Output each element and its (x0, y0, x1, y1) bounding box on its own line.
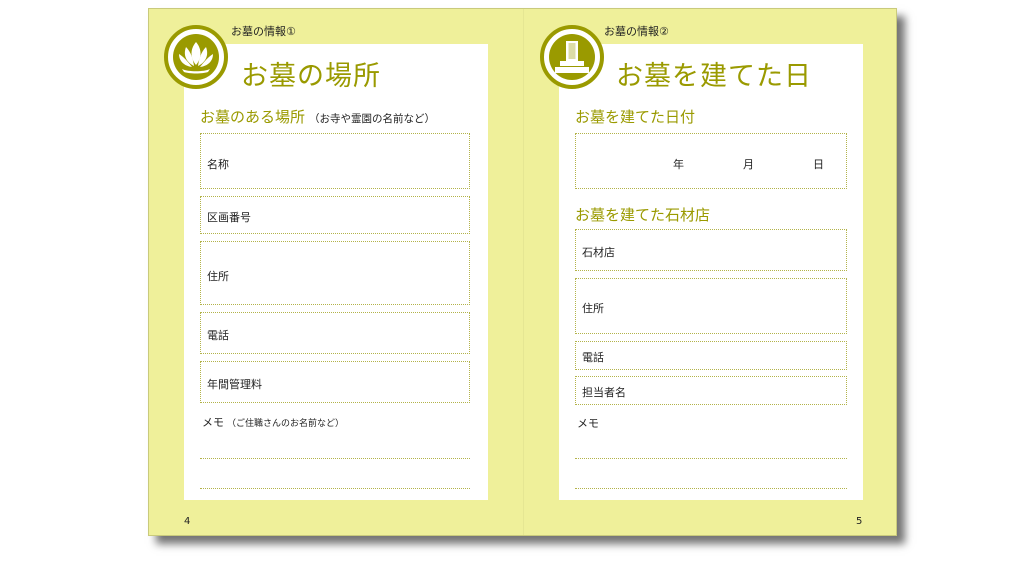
location-section-title: お墓のある場所 （お寺や霊園の名前など） (200, 106, 435, 127)
address-field-label: 住所 (207, 270, 229, 283)
gravestone-icon (555, 41, 589, 73)
mason-address-field[interactable]: 住所 (575, 278, 847, 334)
mason-section-title: お墓を建てた石材店 (575, 206, 711, 224)
spine (523, 9, 524, 535)
mason-name-field-label: 石材店 (582, 246, 615, 259)
contact-person-field-label: 担当者名 (582, 386, 626, 399)
annual-fee-field[interactable]: 年間管理料 (200, 361, 470, 403)
mason-phone-field-label: 電話 (582, 351, 604, 364)
right-memo-line-1[interactable] (575, 458, 847, 459)
phone-field[interactable]: 電話 (200, 312, 470, 354)
month-unit: 月 (743, 158, 754, 171)
mason-address-field-label: 住所 (582, 302, 604, 315)
plot-number-field-label: 区画番号 (207, 211, 251, 224)
mason-phone-field[interactable]: 電話 (575, 341, 847, 370)
mason-name-field[interactable]: 石材店 (575, 229, 847, 271)
left-emblem (164, 25, 228, 89)
lotus-icon (179, 42, 213, 74)
name-field[interactable]: 名称 (200, 133, 470, 189)
name-field-label: 名称 (207, 158, 229, 171)
location-section-subtitle: （お寺や霊園の名前など） (309, 113, 436, 125)
left-memo-line-1[interactable] (200, 458, 470, 459)
right-page-number: 5 (856, 516, 863, 527)
right-memo-label: メモ (577, 417, 599, 430)
day-unit: 日 (813, 158, 824, 171)
left-page-header: お墓の情報① (231, 25, 296, 38)
right-page-header: お墓の情報② (604, 25, 669, 38)
right-page-title: お墓を建てた日 (616, 61, 812, 92)
plot-number-field[interactable]: 区画番号 (200, 196, 470, 234)
left-panel: お墓の場所 お墓のある場所 （お寺や霊園の名前など） 名称 区画番号 住所 電話 … (184, 44, 488, 500)
left-memo-label-sub: （ご住職さんのお名前など） (227, 419, 345, 429)
contact-person-field[interactable]: 担当者名 (575, 376, 847, 405)
left-memo-line-2[interactable] (200, 488, 470, 489)
phone-field-label: 電話 (207, 329, 229, 342)
build-date-field[interactable]: 年 月 日 (575, 133, 847, 189)
left-memo-label: メモ （ご住職さんのお名前など） (202, 414, 344, 430)
year-unit: 年 (673, 158, 684, 171)
annual-fee-field-label: 年間管理料 (207, 378, 262, 391)
location-section-title-text: お墓のある場所 (200, 108, 306, 126)
address-field[interactable]: 住所 (200, 241, 470, 305)
booklet-spread: お墓の情報① お墓の場所 お墓のある場所 （お寺や霊園の名前など） 名称 区画番号… (148, 8, 897, 536)
right-emblem (540, 25, 604, 89)
left-page-number: 4 (184, 516, 191, 527)
left-page-title: お墓の場所 (241, 61, 381, 92)
left-memo-label-text: メモ (202, 416, 224, 429)
date-section-title: お墓を建てた日付 (575, 108, 696, 126)
right-memo-line-2[interactable] (575, 488, 847, 489)
right-panel: お墓を建てた日 お墓を建てた日付 年 月 日 お墓を建てた石材店 石材店 住所 … (559, 44, 863, 500)
